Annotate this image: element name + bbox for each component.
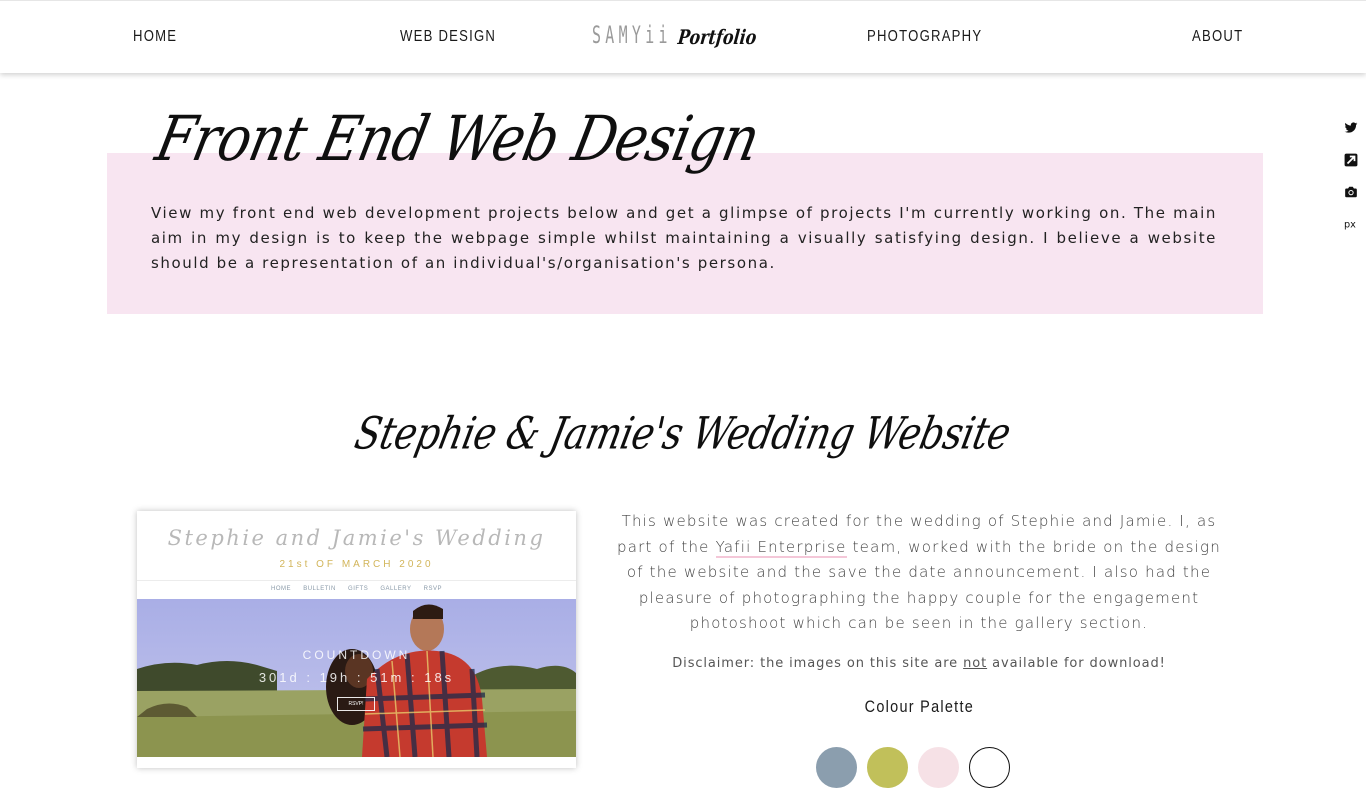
project-description: This website was created for the wedding… — [612, 509, 1226, 637]
disclaimer-end: available for download! — [987, 656, 1166, 671]
intro-text: View my front end web development projec… — [151, 204, 1217, 272]
preview-menu-bulletin[interactable]: BULLETIN — [303, 586, 336, 592]
camera-icon[interactable] — [1344, 184, 1358, 198]
svg-text:px: px — [1344, 219, 1356, 230]
500px-icon[interactable]: px — [1344, 216, 1358, 230]
logo-brand: SAMYii — [592, 21, 672, 49]
preview-divider — [137, 580, 576, 581]
preview-menu-rsvp[interactable]: RSVP — [424, 586, 442, 592]
nav-photography[interactable]: PHOTOGRAPHY — [867, 28, 982, 46]
preview-countdown-label: COUNTDOWN — [302, 648, 411, 662]
social-links: px — [1344, 120, 1360, 248]
preview-site-title: Stephie and Jamie's Wedding — [167, 526, 546, 550]
nav-about[interactable]: ABOUT — [1192, 28, 1243, 46]
top-navigation: HOME WEB DESIGN SAMYii Portfolio PHOTOGR… — [0, 0, 1366, 73]
preview-menu: HOME BULLETIN GIFTS GALLERY RSVP — [137, 586, 576, 592]
project-title-text: Stephie & Jamie's Wedding Website — [350, 407, 1016, 460]
disclaimer-emphasis: not — [963, 656, 988, 671]
palette-title-text: Colour Palette — [864, 697, 974, 716]
disclaimer: Disclaimer: the images on this site are … — [612, 656, 1226, 671]
preview-menu-gifts[interactable]: GIFTS — [348, 586, 368, 592]
palette-title: Colour Palette — [612, 697, 1226, 717]
twitter-icon[interactable] — [1344, 120, 1358, 134]
preview-rsvp-button[interactable]: RSVP! — [337, 697, 375, 711]
page-title: Front End Web Design — [150, 102, 766, 175]
project-title: Stephie & Jamie's Wedding Website — [0, 408, 1366, 460]
nav-home[interactable]: HOME — [133, 28, 177, 46]
preview-date: 21st OF MARCH 2020 — [279, 559, 434, 570]
yafii-enterprise-link[interactable]: Yafii Enterprise — [715, 537, 847, 558]
nav-web-design[interactable]: WEB DESIGN — [400, 28, 496, 46]
pinterest-icon[interactable] — [1344, 152, 1358, 167]
preview-menu-gallery[interactable]: GALLERY — [380, 586, 411, 592]
disclaimer-start: Disclaimer: the images on this site are — [672, 656, 964, 671]
website-preview[interactable]: Stephie and Jamie's Wedding 21st OF MARC… — [137, 511, 576, 768]
preview-countdown-timer: 301d : 19h : 51m : 18s — [258, 670, 455, 685]
site-logo[interactable]: SAMYii Portfolio — [592, 17, 758, 57]
logo-subtitle: Portfolio — [676, 25, 758, 49]
preview-menu-home[interactable]: HOME — [271, 586, 291, 592]
